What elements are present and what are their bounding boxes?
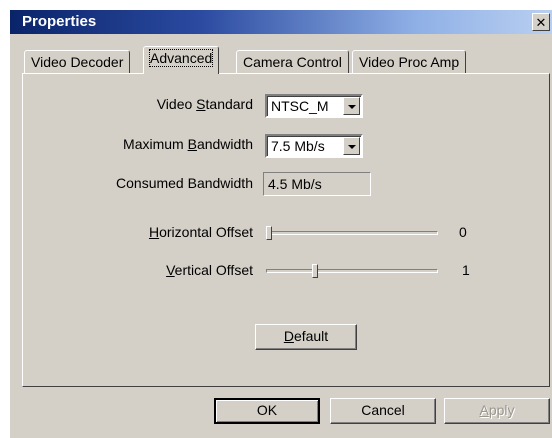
max-bandwidth-select[interactable]: 7.5 Mb/s xyxy=(265,134,363,158)
margin-top xyxy=(0,0,552,10)
tab-video-decoder[interactable]: Video Decoder xyxy=(24,50,131,74)
tab-label: Camera Control xyxy=(243,54,342,70)
horizontal-offset-track[interactable] xyxy=(266,231,438,235)
tab-label: Video Proc Amp xyxy=(359,54,460,70)
max-bandwidth-value: 7.5 Mb/s xyxy=(271,138,325,154)
horizontal-offset-thumb[interactable] xyxy=(266,226,272,240)
vertical-offset-value: 1 xyxy=(462,262,470,278)
apply-button[interactable]: Apply xyxy=(444,398,550,424)
max-bandwidth-label: Maximum Bandwidth xyxy=(123,136,253,152)
vertical-offset-track[interactable] xyxy=(266,269,438,273)
margin-left xyxy=(0,0,10,438)
video-standard-select[interactable]: NTSC_M xyxy=(265,94,363,118)
consumed-bandwidth-value: 4.5 Mb/s xyxy=(268,176,322,192)
consumed-bandwidth-field: 4.5 Mb/s xyxy=(263,172,371,196)
video-standard-value: NTSC_M xyxy=(271,98,329,114)
tab-advanced[interactable]: Advanced xyxy=(143,46,220,74)
cancel-button[interactable]: Cancel xyxy=(330,398,436,424)
tab-label: Advanced xyxy=(148,49,214,67)
horizontal-offset-label: Horizontal Offset xyxy=(148,224,253,240)
vertical-offset-thumb[interactable] xyxy=(312,264,319,278)
tab-video-proc-amp[interactable]: Video Proc Amp xyxy=(352,50,467,74)
consumed-bandwidth-label: Consumed Bandwidth xyxy=(116,175,253,191)
vertical-offset-label: Vertical Offset xyxy=(166,262,253,278)
chevron-down-icon[interactable] xyxy=(343,137,360,155)
tab-label: Video Decoder xyxy=(31,54,124,70)
tab-panel-advanced: Video Standard NTSC_M Maximum Bandwidth … xyxy=(22,73,550,387)
chevron-down-icon[interactable] xyxy=(343,97,360,115)
default-button[interactable]: Default xyxy=(255,324,357,350)
window-title: Properties xyxy=(22,13,97,30)
title-bar[interactable]: Properties ✕ xyxy=(10,10,552,34)
close-icon[interactable]: ✕ xyxy=(532,13,550,31)
properties-window: Properties ✕ Video Decoder Advanced Came… xyxy=(0,0,552,438)
tab-camera-control[interactable]: Camera Control xyxy=(236,50,349,74)
video-standard-label: Video Standard xyxy=(156,96,253,112)
ok-button[interactable]: OK xyxy=(214,398,320,424)
horizontal-offset-value: 0 xyxy=(459,224,467,240)
